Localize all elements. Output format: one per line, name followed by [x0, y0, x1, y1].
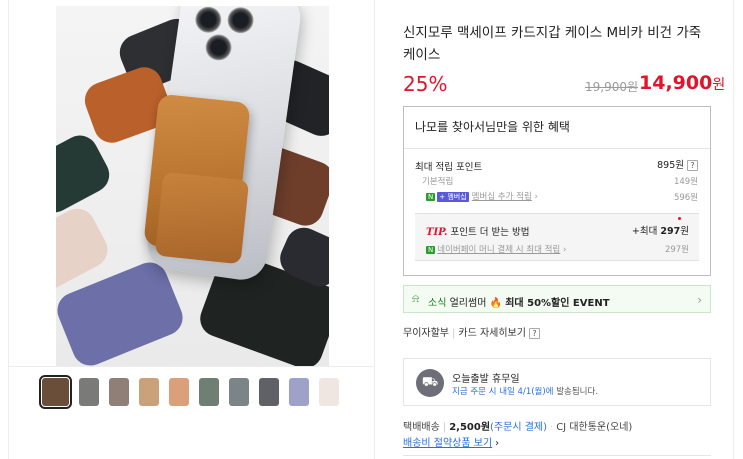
thumbnail[interactable] — [259, 378, 279, 406]
help-icon[interactable]: ? — [528, 327, 540, 339]
wallet-green — [56, 129, 116, 219]
naver-n-badge-icon: N — [426, 193, 436, 201]
camera-lens — [193, 6, 224, 35]
thumbnail[interactable] — [169, 378, 189, 406]
event-text: 소식 얼리썸머 🔥 최대 50%할인 EVENT — [428, 294, 610, 309]
sale-price-value: 14,900 — [639, 72, 713, 94]
shipping-fee-note: (주문시 결제) — [490, 422, 548, 433]
main-product-image[interactable] — [56, 6, 329, 366]
thumbnail[interactable] — [139, 378, 159, 406]
membership-label: 멤버십 추가 적립 — [471, 192, 532, 202]
tip-max-wrap: +최대 297원 — [632, 223, 689, 237]
column-divider — [374, 0, 375, 459]
camera-lens — [225, 6, 256, 35]
max-points-value-wrap: 895원? — [657, 157, 698, 171]
tip-text: 포인트 더 받는 방법 — [450, 227, 530, 238]
npay-value: 297원 — [664, 245, 689, 255]
delivery-box: ⛟ 오늘출발 휴무일 지금 주문 시 내일 4/1(월)에 발송됩니다. — [403, 358, 711, 406]
shipping-row: 택배배송 | 2,500원(주문시 결제) · CJ 대한통운(오네) — [403, 418, 632, 433]
bell-icon: ⍾ — [412, 292, 420, 305]
sale-price: 14,900원 — [639, 72, 725, 94]
no-interest-label: 무이자할부 — [403, 328, 449, 339]
tip-box: TIP. 포인트 더 받는 방법 +최대 297원 N 네이버페이 머니 결제 시… — [415, 213, 699, 261]
shipping-carrier: CJ 대한통운(오네) — [556, 422, 633, 433]
card-detail-link[interactable]: 카드 자세히보기 — [458, 328, 526, 339]
separator: | — [452, 328, 456, 339]
product-title: 신지모루 맥세이프 카드지갑 케이스 M비카 비건 가죽 케이스 — [403, 25, 702, 63]
benefit-box: 나모를 찾아서님만을 위한 혜택 최대 적립 포인트 895원? 기본적립 14… — [403, 106, 711, 276]
delivery-subtitle: 지금 주문 시 내일 4/1(월)에 발송됩니다. — [452, 385, 598, 397]
thumbnail[interactable] — [229, 378, 249, 406]
leather-wallet-pocket — [154, 171, 250, 265]
membership-value: 596원 — [673, 193, 698, 203]
npay-label: 네이버페이 머니 결제 시 최대 적립 — [437, 245, 561, 255]
delivery-title: 오늘출발 휴무일 — [452, 374, 520, 385]
original-price: 19,900원 — [585, 80, 639, 94]
chevron-right-icon: › — [495, 438, 500, 449]
thumbnail-strip — [39, 375, 339, 409]
shipping-fee: 2,500원 — [449, 422, 491, 433]
tip-row[interactable]: TIP. 포인트 더 받는 방법 — [426, 224, 529, 238]
naver-pay-icon: N — [426, 246, 436, 254]
membership-badge-icon: + 멤버십 — [437, 192, 469, 202]
shipping-label: 택배배송 — [403, 422, 440, 433]
bundle-savings-link[interactable]: 배송비 절약상품 보기 › — [403, 434, 499, 449]
thumbnail[interactable] — [39, 375, 72, 409]
gallery-divider — [9, 366, 375, 367]
chevron-right-icon: › — [531, 192, 538, 202]
thumbnail[interactable] — [319, 378, 339, 406]
fire-icon: 🔥 — [489, 298, 503, 309]
max-points-value: 895원 — [657, 160, 684, 171]
chevron-right-icon: › — [697, 293, 702, 307]
delivery-sub-rest: 발송됩니다. — [556, 387, 599, 397]
bottom-divider — [403, 455, 711, 456]
base-points-value: 149원 — [673, 177, 698, 187]
separator: · — [550, 422, 554, 433]
thumbnail[interactable] — [109, 378, 129, 406]
discount-rate: 25% — [403, 72, 448, 96]
tip-label: TIP. — [426, 227, 448, 238]
base-points-label: 기본적립 — [422, 177, 454, 187]
event-banner[interactable]: ⍾ 소식 얼리썸머 🔥 최대 50%할인 EVENT › — [403, 285, 711, 313]
event-prefix: 소식 — [428, 298, 447, 309]
thumbnail[interactable] — [79, 378, 99, 406]
benefit-divider — [404, 148, 710, 149]
delivery-date: 지금 주문 시 내일 4/1(월)에 — [452, 387, 554, 397]
tip-max: +최대 — [631, 226, 658, 237]
event-title: 얼리썸머 — [449, 298, 487, 309]
thumbnail[interactable] — [289, 378, 309, 406]
membership-row[interactable]: N + 멤버십 멤버십 추가 적립 › — [426, 190, 538, 202]
bundle-link-label: 배송비 절약상품 보기 — [403, 438, 493, 449]
help-icon[interactable]: ? — [687, 160, 698, 171]
chevron-right-icon: › — [560, 245, 567, 255]
tip-max-unit: 원 — [680, 226, 689, 237]
event-highlight: 최대 50%할인 EVENT — [505, 298, 610, 309]
benefit-heading: 나모를 찾아서님만을 위한 혜택 — [415, 120, 570, 134]
truck-icon: ⛟ — [416, 369, 444, 397]
separator: | — [442, 422, 447, 433]
npay-row[interactable]: N 네이버페이 머니 결제 시 최대 적립 › — [426, 243, 566, 255]
sale-price-unit: 원 — [712, 77, 726, 93]
red-dot-icon — [678, 217, 681, 220]
camera-lens — [203, 32, 234, 63]
tip-max-value: 297 — [660, 226, 681, 237]
installment-row: 무이자할부 | 카드 자세히보기? — [403, 324, 540, 339]
thumbnail[interactable] — [199, 378, 219, 406]
max-points-label: 최대 적립 포인트 — [415, 162, 483, 173]
